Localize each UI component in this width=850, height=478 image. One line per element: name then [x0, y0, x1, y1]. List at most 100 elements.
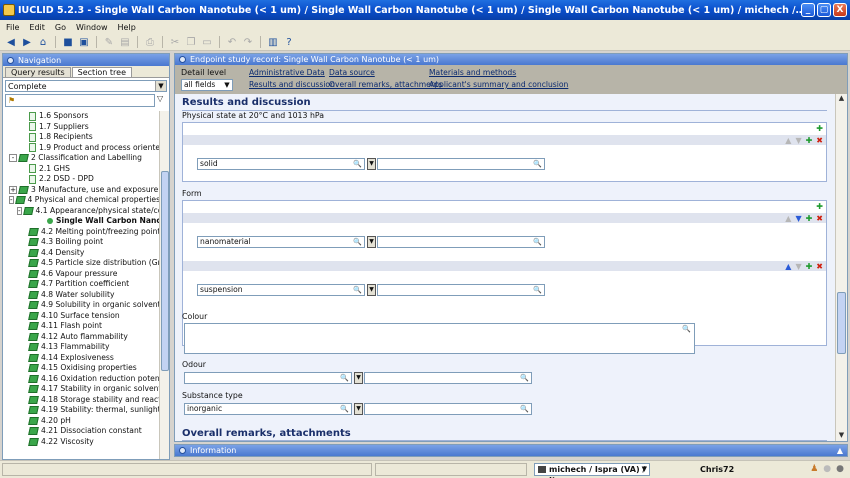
form-field-2[interactable]: suspension 🔍: [197, 284, 365, 296]
form-other-field-1[interactable]: 🔍: [377, 236, 545, 248]
tree-item[interactable]: 4.12 Auto flammability: [3, 332, 159, 343]
physical-state-field[interactable]: solid 🔍: [197, 158, 365, 170]
tree-item[interactable]: +3 Manufacture, use and exposure: [3, 185, 159, 196]
tab-section-tree[interactable]: Section tree: [71, 67, 133, 77]
back-icon[interactable]: ◀: [4, 35, 18, 49]
expand-icon[interactable]: +: [9, 185, 17, 194]
add-entry-icon[interactable]: ✚: [806, 214, 813, 223]
filter-input[interactable]: ⚑: [5, 94, 155, 107]
physical-state-dropdown[interactable]: ▼: [367, 158, 376, 170]
substance-type-other-field[interactable]: 🔍: [364, 403, 532, 415]
tree-item[interactable]: Single Wall Carbon Nanotube: [3, 216, 159, 227]
tree-item[interactable]: 4.14 Explosiveness: [3, 353, 159, 364]
menu-go[interactable]: Go: [55, 23, 66, 32]
tree-item[interactable]: 4.15 Oxidising properties: [3, 363, 159, 374]
odour-other-field[interactable]: 🔍: [364, 372, 532, 384]
tree-item[interactable]: 4.17 Stability in organic solvents an: [3, 384, 159, 395]
tree-item[interactable]: 4.22 Viscosity: [3, 437, 159, 448]
form-dropdown-1[interactable]: ▼: [367, 236, 376, 248]
tree-item[interactable]: 2.2 DSD - DPD: [3, 174, 159, 185]
move-down-icon[interactable]: ▼: [795, 262, 801, 271]
expand-icon[interactable]: ▲: [837, 446, 843, 455]
link-materials-methods[interactable]: Materials and methods: [429, 68, 516, 77]
tree-item[interactable]: 4.19 Stability: thermal, sunlight, me: [3, 405, 159, 416]
menu-help[interactable]: Help: [118, 23, 136, 32]
edit-icon[interactable]: ✎: [102, 35, 116, 49]
add-entry-icon[interactable]: ✚: [806, 136, 813, 145]
forward-icon[interactable]: ▶: [20, 35, 34, 49]
tree-scrollbar[interactable]: [159, 111, 169, 459]
help-icon[interactable]: ?: [282, 35, 296, 49]
move-up-icon[interactable]: ▲: [785, 136, 791, 145]
copy-icon[interactable]: ❐: [184, 35, 198, 49]
move-up-icon[interactable]: ▲: [785, 262, 791, 271]
tree-item[interactable]: 4.7 Partition coefficient: [3, 279, 159, 290]
maximize-button[interactable]: ▢: [817, 3, 831, 17]
delete-icon[interactable]: ✖: [816, 214, 823, 223]
home-icon[interactable]: ⌂: [36, 35, 50, 49]
delete-icon[interactable]: ✖: [816, 136, 823, 145]
odour-dropdown[interactable]: ▼: [354, 372, 363, 384]
information-panel[interactable]: Information ▲: [174, 444, 848, 457]
user-select[interactable]: michech / Ispra (VA) / Ita ▼: [534, 463, 650, 478]
close-button[interactable]: X: [833, 3, 847, 17]
content-scrollbar[interactable]: ▲ ▼: [835, 94, 847, 441]
menu-edit[interactable]: Edit: [29, 23, 45, 32]
scroll-up-icon[interactable]: ▲: [836, 94, 847, 104]
move-down-icon[interactable]: ▼: [795, 136, 801, 145]
tree-item[interactable]: - 4 Physical and chemical properties: [3, 195, 159, 206]
form-field-1[interactable]: nanomaterial 🔍: [197, 236, 365, 248]
tree-item[interactable]: 4.16 Oxidation reduction potential: [3, 374, 159, 385]
tab-query-results[interactable]: Query results: [5, 67, 71, 77]
tree-item[interactable]: 4.6 Vapour pressure: [3, 269, 159, 280]
collapse-icon[interactable]: -: [9, 196, 14, 205]
view-select[interactable]: Complete ▼: [5, 80, 167, 92]
add-entry-icon[interactable]: ✚: [806, 262, 813, 271]
physical-state-other-field[interactable]: 🔍: [377, 158, 545, 170]
save-icon[interactable]: ■: [61, 35, 75, 49]
tree-item[interactable]: 4.4 Density: [3, 248, 159, 259]
collapse-icon[interactable]: -: [9, 154, 17, 163]
detail-level-select[interactable]: all fields ▼: [181, 79, 233, 91]
tree-item[interactable]: 4.13 Flammability: [3, 342, 159, 353]
add-icon[interactable]: ✚: [816, 124, 823, 133]
tree-item[interactable]: 1.9 Product and process oriented r: [3, 143, 159, 154]
menu-file[interactable]: File: [6, 23, 19, 32]
tree-item[interactable]: - 2 Classification and Labelling: [3, 153, 159, 164]
colour-textarea[interactable]: 🔍: [184, 323, 695, 354]
tree-item[interactable]: 4.9 Solubility in organic solvents /: [3, 300, 159, 311]
link-administrative-data[interactable]: Administrative Data: [249, 68, 325, 77]
tree-item[interactable]: 1.6 Sponsors: [3, 111, 159, 122]
tree-item[interactable]: - 4.1 Appearance/physical state/col: [3, 206, 159, 217]
minimize-button[interactable]: _: [801, 3, 815, 17]
tree-item[interactable]: 4.11 Flash point: [3, 321, 159, 332]
collapse-icon[interactable]: -: [17, 206, 22, 215]
form-dropdown-2[interactable]: ▼: [367, 284, 376, 296]
redo-icon[interactable]: ↷: [241, 35, 255, 49]
filter-options-icon[interactable]: ▽: [157, 94, 167, 107]
print-icon[interactable]: ⎙: [143, 35, 157, 49]
link-applicant-summary[interactable]: Applicant's summary and conclusion: [429, 80, 568, 89]
scroll-thumb[interactable]: [837, 292, 846, 354]
tree-item[interactable]: 1.8 Recipients: [3, 132, 159, 143]
paste-icon[interactable]: ▭: [200, 35, 214, 49]
link-data-source[interactable]: Data source: [329, 68, 375, 77]
tree-item[interactable]: 4.3 Boiling point: [3, 237, 159, 248]
tree-item[interactable]: 2.1 GHS: [3, 164, 159, 175]
tree-item[interactable]: 4.20 pH: [3, 416, 159, 427]
undo-icon[interactable]: ↶: [225, 35, 239, 49]
document-icon[interactable]: ▤: [118, 35, 132, 49]
add-icon[interactable]: ✚: [816, 202, 823, 211]
tree-item[interactable]: 4.21 Dissociation constant: [3, 426, 159, 437]
save-all-icon[interactable]: ▣: [77, 35, 91, 49]
move-down-icon[interactable]: ▼: [795, 214, 801, 223]
cut-icon[interactable]: ✂: [168, 35, 182, 49]
scroll-down-icon[interactable]: ▼: [836, 431, 847, 441]
tree-item[interactable]: 1.7 Suppliers: [3, 122, 159, 133]
tree-item[interactable]: 4.10 Surface tension: [3, 311, 159, 322]
move-up-icon[interactable]: ▲: [785, 214, 791, 223]
report-icon[interactable]: ▥: [266, 35, 280, 49]
odour-field[interactable]: 🔍: [184, 372, 352, 384]
delete-icon[interactable]: ✖: [816, 262, 823, 271]
menu-window[interactable]: Window: [76, 23, 108, 32]
